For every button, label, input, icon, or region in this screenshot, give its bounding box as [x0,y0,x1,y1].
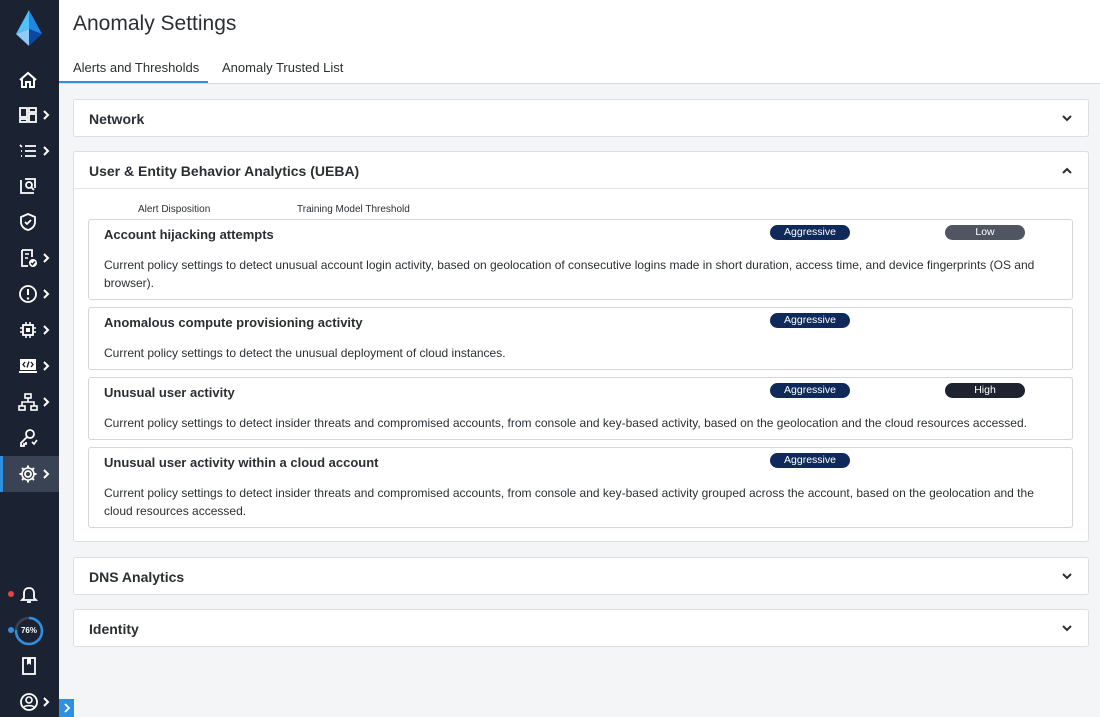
sidebar-item-code[interactable] [0,348,59,384]
user-icon [20,693,38,711]
book-icon [22,657,36,675]
chevron-right-icon [43,253,50,263]
sidebar-item-investigate[interactable] [0,168,59,204]
chevron-down-icon[interactable] [1062,115,1072,122]
chevron-right-icon [43,325,50,335]
alert-disposition-badge[interactable]: Aggressive [770,453,850,468]
policy-name: Unusual user activity within a cloud acc… [104,455,379,470]
page-header: Anomaly Settings Alerts and Thresholds A… [59,0,1100,84]
sidebar-expand-button[interactable] [59,699,74,717]
sidebar-item-security[interactable] [0,204,59,240]
chevron-right-icon [43,397,50,407]
sidebar-item-profile[interactable] [0,684,59,717]
policy-name: Account hijacking attempts [104,227,274,242]
panel-title: Network [89,111,145,127]
sidebar: 76% [0,0,59,717]
alert-icon [19,285,37,303]
column-header-alert-disposition: Alert Disposition [138,204,211,215]
sidebar-item-dashboard[interactable] [0,97,59,133]
chevron-right-icon [43,469,50,479]
column-header-training-model-threshold: Training Model Threshold [297,204,410,215]
sidebar-item-network[interactable] [0,384,59,420]
tab-alerts-and-thresholds[interactable]: Alerts and Thresholds [73,60,199,75]
policy-name: Anomalous compute provisioning activity [104,315,363,330]
sidebar-item-list[interactable] [0,133,59,169]
policy-card[interactable]: Account hijacking attempts Aggressive Lo… [88,219,1073,300]
gear-icon [19,465,37,483]
policy-card[interactable]: Anomalous compute provisioning activity … [88,307,1073,370]
panel-ueba: User & Entity Behavior Analytics (UEBA) … [73,151,1089,542]
divider [74,188,1088,189]
bell-icon [19,587,39,603]
policy-description: Current policy settings to detect unusua… [104,258,1035,290]
home-icon [19,71,37,88]
panel-network[interactable]: Network [73,99,1089,137]
access-icon [20,429,38,447]
policy-description: Current policy settings to detect inside… [104,486,1034,518]
brand-logo-icon[interactable] [12,10,46,46]
investigate-icon [20,178,36,194]
chevron-right-icon [43,361,50,371]
chevron-right-icon [43,110,50,120]
alert-disposition-badge[interactable]: Aggressive [770,383,850,398]
sidebar-item-compliance[interactable] [0,240,59,276]
chevron-up-icon[interactable] [1062,167,1072,174]
sidebar-item-access[interactable] [0,420,59,456]
chip-icon [20,322,36,338]
sidebar-item-docs[interactable] [0,648,59,684]
shield-check-icon [20,213,36,231]
list-icon [19,144,36,157]
chevron-right-icon [64,703,71,713]
sidebar-item-settings[interactable] [0,456,59,492]
policy-name: Unusual user activity [104,385,235,400]
sidebar-item-notifications[interactable] [0,576,59,612]
compliance-icon [21,249,37,267]
chevron-down-icon[interactable] [1062,573,1072,580]
chevron-right-icon [43,289,50,299]
alert-disposition-badge[interactable]: Aggressive [770,225,850,240]
panel-title: Identity [89,621,139,637]
tab-anomaly-trusted-list[interactable]: Anomaly Trusted List [222,60,343,75]
chevron-right-icon [43,697,50,707]
active-tab-indicator [59,81,208,83]
threshold-badge[interactable]: Low [945,225,1025,240]
chevron-down-icon[interactable] [1062,625,1072,632]
sidebar-item-compute[interactable] [0,312,59,348]
panel-title: User & Entity Behavior Analytics (UEBA) [89,163,360,179]
progress-label: 76% [20,626,37,635]
page-title: Anomaly Settings [73,12,237,35]
policy-description: Current policy settings to detect inside… [104,416,1027,430]
sidebar-item-alerts[interactable] [0,276,59,312]
network-icon [18,393,38,411]
panel-dns-analytics[interactable]: DNS Analytics [73,557,1089,595]
sidebar-item-home[interactable] [0,62,59,98]
dashboard-icon [19,107,37,123]
alert-disposition-badge[interactable]: Aggressive [770,313,850,328]
code-icon [19,359,37,373]
policy-description: Current policy settings to detect the un… [104,346,506,360]
panel-title: DNS Analytics [89,569,185,585]
chevron-right-icon [43,146,50,156]
policy-card[interactable]: Unusual user activity within a cloud acc… [88,447,1073,528]
threshold-badge[interactable]: High [945,383,1025,398]
policy-card[interactable]: Unusual user activity Aggressive High Cu… [88,377,1073,440]
panel-identity[interactable]: Identity [73,609,1089,647]
